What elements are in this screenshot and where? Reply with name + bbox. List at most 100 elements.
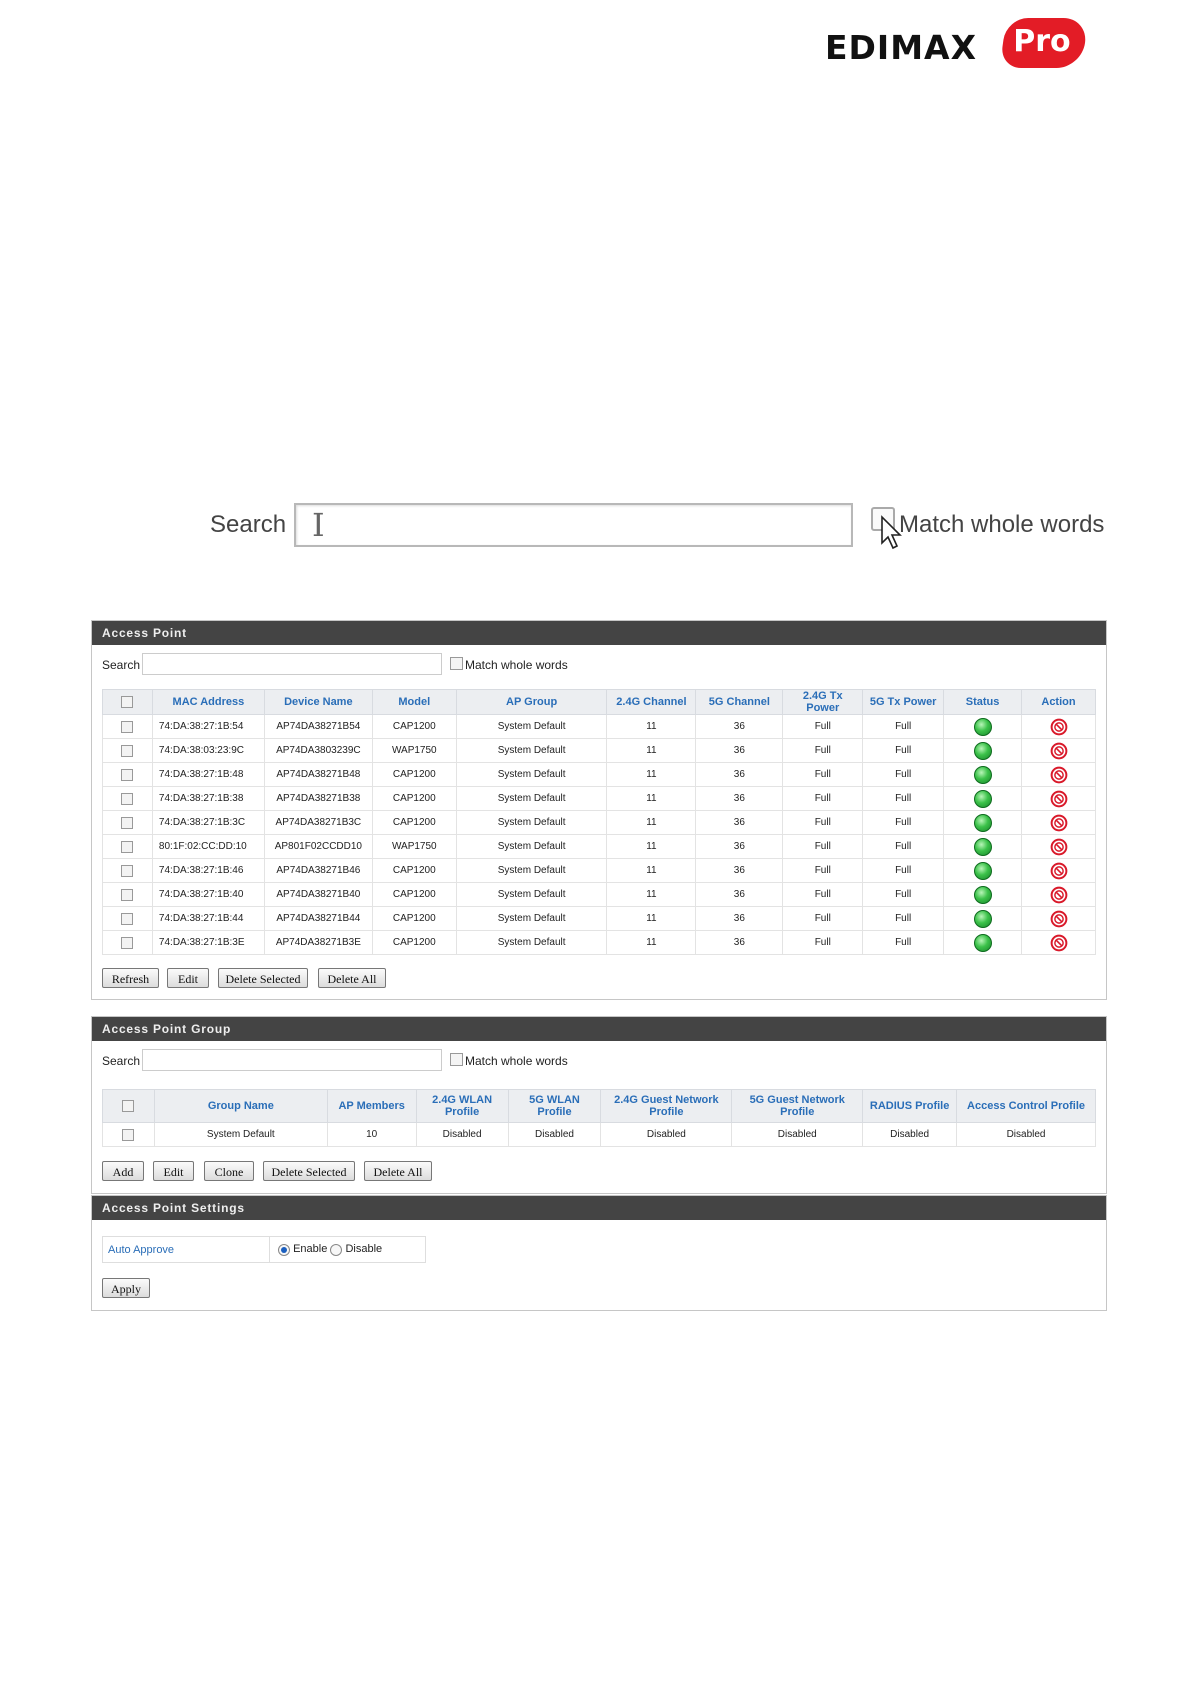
status-cell [943, 834, 1022, 859]
no-entry-icon[interactable] [1050, 790, 1068, 808]
cell: Full [782, 882, 864, 907]
match-whole-words-checkbox[interactable] [450, 1053, 463, 1066]
column-header[interactable]: Access Control Profile [956, 1089, 1096, 1123]
column-header[interactable]: 5G Guest Network Profile [731, 1089, 864, 1123]
access-point-group-panel: Access Point Group Search Match whole wo… [91, 1016, 1107, 1194]
access-point-settings-panel: Access Point Settings Auto Approve Enabl… [91, 1195, 1107, 1311]
row-checkbox[interactable] [121, 720, 134, 733]
row-select-cell [102, 906, 153, 931]
access-point-table: MAC Address Device Name Model AP Group 2… [102, 689, 1096, 955]
action-cell [1021, 762, 1096, 787]
no-entry-icon[interactable] [1050, 718, 1068, 736]
edit-button[interactable]: Edit [153, 1161, 194, 1181]
group-search-row: Search Match whole words [92, 1041, 1106, 1077]
no-entry-icon[interactable] [1050, 814, 1068, 832]
cell: Full [862, 762, 945, 787]
row-checkbox[interactable] [121, 792, 134, 805]
column-header[interactable]: MAC Address [151, 689, 265, 715]
status-online-icon [973, 789, 992, 808]
add-button[interactable]: Add [102, 1161, 144, 1181]
action-cell [1021, 906, 1096, 931]
row-checkbox[interactable] [121, 912, 134, 925]
cell: AP74DA38271B44 [263, 906, 373, 931]
edimax-pro-logo: EDIMAX Pro [825, 18, 1089, 72]
clone-button[interactable]: Clone [204, 1161, 254, 1181]
group-search-input[interactable] [142, 1049, 442, 1071]
cell: 36 [695, 786, 784, 811]
row-select-cell [102, 714, 153, 739]
no-entry-icon[interactable] [1050, 862, 1068, 880]
table-row: 74:DA:38:27:1B:40 AP74DA38271B40 CAP1200 Sy… [102, 882, 1096, 907]
enable-radio[interactable] [278, 1243, 290, 1256]
cell: 36 [695, 906, 784, 931]
row-checkbox[interactable] [121, 816, 134, 829]
column-header[interactable]: Model [371, 689, 457, 715]
cell: AP74DA38271B3E [263, 930, 373, 955]
apply-button[interactable]: Apply [102, 1278, 150, 1298]
access-point-search-row: Search Match whole words [92, 645, 1106, 681]
cell: AP74DA38271B54 [263, 714, 373, 739]
no-entry-icon[interactable] [1050, 838, 1068, 856]
row-checkbox[interactable] [121, 936, 134, 949]
cell: System Default [455, 762, 608, 787]
column-header[interactable]: Group Name [153, 1089, 328, 1123]
edit-button[interactable]: Edit [167, 968, 209, 988]
no-entry-icon[interactable] [1050, 934, 1068, 952]
column-header[interactable]: 2.4G Guest Network Profile [600, 1089, 733, 1123]
column-header[interactable]: 5G WLAN Profile [507, 1089, 602, 1123]
delete-selected-button[interactable]: Delete Selected [218, 968, 308, 988]
row-checkbox[interactable] [121, 840, 134, 853]
column-header[interactable]: Device Name [263, 689, 373, 715]
status-cell [943, 858, 1022, 883]
status-cell [943, 882, 1022, 907]
column-header[interactable]: 2.4G Channel [606, 689, 697, 715]
row-checkbox[interactable] [121, 864, 134, 877]
disable-radio[interactable] [330, 1243, 343, 1256]
column-header[interactable]: 2.4G Tx Power [782, 689, 864, 715]
no-entry-icon[interactable] [1050, 910, 1068, 928]
zoomed-search-input[interactable]: I [294, 503, 853, 547]
column-header[interactable]: Status [943, 689, 1022, 715]
cell: 11 [606, 882, 697, 907]
column-header[interactable]: 2.4G WLAN Profile [415, 1089, 509, 1123]
action-cell [1021, 714, 1096, 739]
row-checkbox[interactable] [121, 768, 134, 781]
select-all-checkbox[interactable] [121, 696, 134, 709]
column-header[interactable]: AP Members [326, 1089, 417, 1123]
column-header[interactable]: 5G Tx Power [862, 689, 945, 715]
row-select-cell [102, 1122, 155, 1147]
status-online-icon [973, 813, 992, 832]
no-entry-icon[interactable] [1050, 742, 1068, 760]
logo-wordmark: EDIMAX [825, 28, 978, 67]
cell: System Default [455, 858, 608, 883]
row-checkbox[interactable] [122, 1128, 135, 1141]
row-checkbox[interactable] [121, 888, 134, 901]
access-point-group-title: Access Point Group [92, 1017, 1106, 1041]
no-entry-icon[interactable] [1050, 886, 1068, 904]
column-header[interactable]: AP Group [455, 689, 608, 715]
select-all-checkbox[interactable] [122, 1100, 135, 1113]
delete-all-button[interactable]: Delete All [364, 1161, 432, 1181]
access-point-search-input[interactable] [142, 653, 442, 675]
row-select-cell [102, 810, 153, 835]
no-entry-icon[interactable] [1050, 766, 1068, 784]
cell: Full [862, 858, 945, 883]
table-row: 74:DA:38:27:1B:54 AP74DA38271B54 CAP1200 Sy… [102, 714, 1096, 739]
column-header[interactable]: 5G Channel [695, 689, 784, 715]
cell: Disabled [731, 1122, 864, 1147]
row-checkbox[interactable] [121, 744, 134, 757]
column-header[interactable]: RADIUS Profile [862, 1089, 958, 1123]
column-header[interactable]: Action [1021, 689, 1096, 715]
table-row: System Default 10 Disabled Disabled Disa… [102, 1122, 1096, 1147]
cell: 11 [606, 834, 697, 859]
cell: CAP1200 [371, 786, 457, 811]
disable-label: Disable [345, 1243, 383, 1256]
refresh-button[interactable]: Refresh [102, 968, 159, 988]
status-cell [943, 738, 1022, 763]
table-row: 80:1F:02:CC:DD:10 AP801F02CCDD10 WAP1750 Sy… [102, 834, 1096, 859]
match-whole-words-checkbox[interactable] [450, 657, 463, 670]
select-all-cell [102, 1089, 155, 1123]
cell: 74:DA:38:27:1B:46 [151, 858, 265, 883]
delete-selected-button[interactable]: Delete Selected [263, 1161, 355, 1181]
delete-all-button[interactable]: Delete All [318, 968, 386, 988]
